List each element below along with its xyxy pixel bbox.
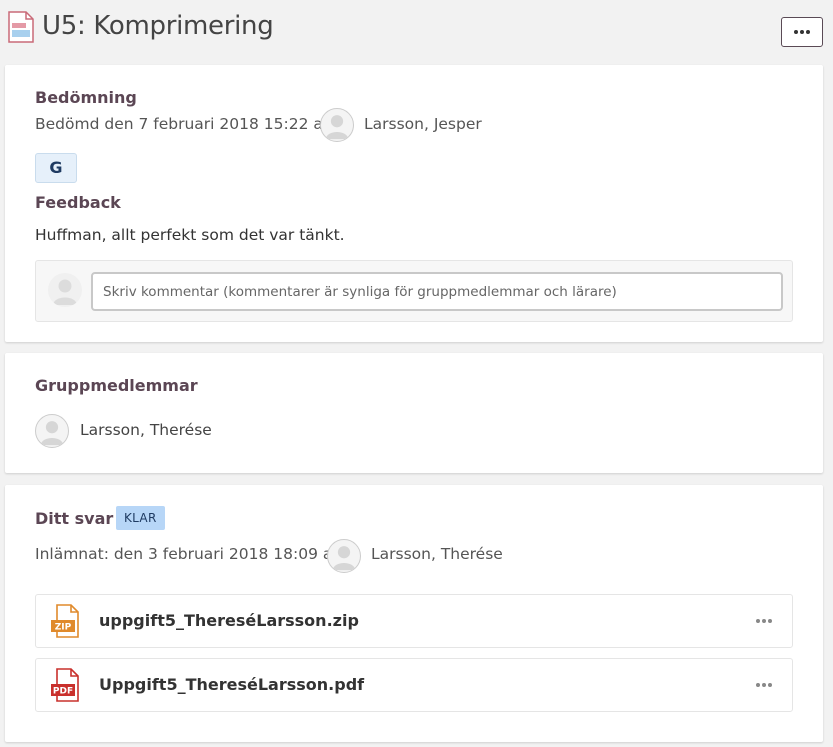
user-avatar-icon [48, 273, 82, 307]
comment-box [35, 260, 793, 322]
answer-card: Ditt svar KLAR Inlämnat: den 3 februari … [5, 485, 823, 742]
file-row-zip[interactable]: ZIP uppgift5_ThereséLarsson.zip [35, 594, 793, 648]
more-options-icon [794, 30, 810, 34]
file-more-button[interactable] [748, 673, 780, 697]
more-options-icon [756, 683, 772, 687]
member-avatar[interactable] [35, 414, 69, 448]
file-more-button[interactable] [748, 609, 780, 633]
file-row-pdf[interactable]: PDF Uppgift5_ThereséLarsson.pdf [35, 658, 793, 712]
group-members-card: Gruppmedlemmar Larsson, Therése [5, 353, 823, 473]
assessed-text: Bedömd den 7 februari 2018 15:22 av [35, 115, 333, 133]
assessment-heading: Bedömning [35, 88, 137, 107]
answer-heading: Ditt svar [35, 509, 114, 528]
submitter-avatar[interactable] [327, 539, 361, 573]
document-icon [8, 11, 34, 43]
page-title: U5: Komprimering [42, 11, 274, 41]
more-options-button[interactable] [781, 17, 823, 47]
svg-text:ZIP: ZIP [55, 623, 72, 633]
assessor-avatar[interactable] [320, 108, 354, 142]
status-badge: KLAR [116, 506, 165, 530]
group-heading: Gruppmedlemmar [35, 376, 198, 395]
file-name[interactable]: uppgift5_ThereséLarsson.zip [99, 611, 359, 630]
zip-file-icon: ZIP [51, 604, 79, 638]
feedback-heading: Feedback [35, 193, 121, 212]
submitted-text: Inlämnat: den 3 februari 2018 18:09 av [35, 545, 342, 563]
file-name[interactable]: Uppgift5_ThereséLarsson.pdf [99, 675, 364, 694]
assessor-name[interactable]: Larsson, Jesper [364, 115, 482, 133]
assessment-card: Bedömning Bedömd den 7 februari 2018 15:… [5, 65, 823, 342]
member-name[interactable]: Larsson, Therése [80, 421, 212, 439]
submitter-name[interactable]: Larsson, Therése [371, 545, 503, 563]
grade-badge: G [35, 153, 77, 183]
pdf-file-icon: PDF [51, 668, 79, 702]
feedback-text: Huffman, allt perfekt som det var tänkt. [35, 226, 345, 244]
page-header: U5: Komprimering [0, 0, 833, 60]
more-options-icon [756, 619, 772, 623]
comment-input[interactable] [91, 272, 783, 311]
svg-text:PDF: PDF [53, 687, 73, 697]
